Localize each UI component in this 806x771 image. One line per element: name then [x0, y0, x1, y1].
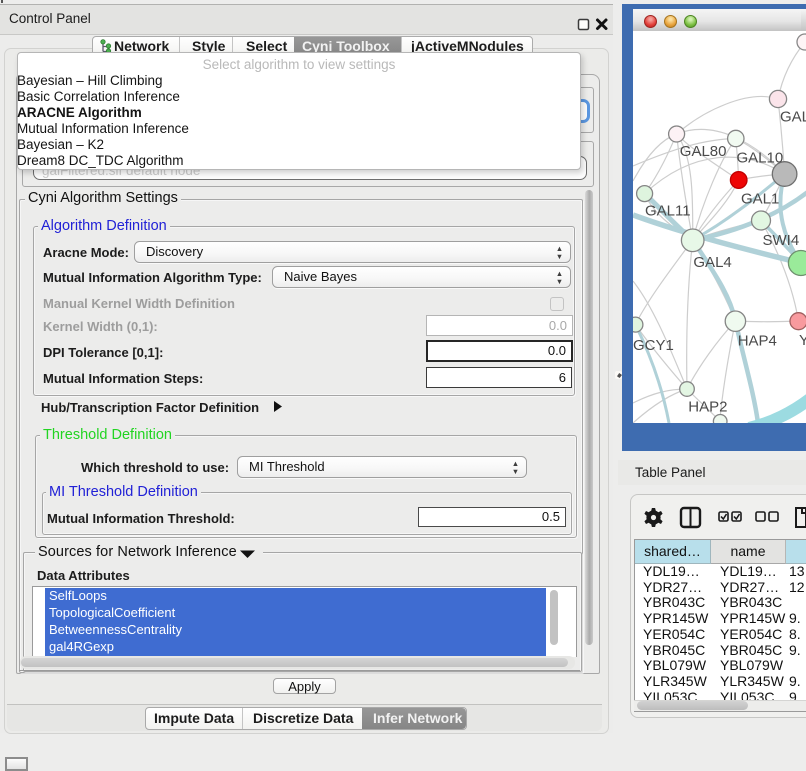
svg-text:GAL80: GAL80 — [680, 143, 727, 160]
svg-text:GAL4: GAL4 — [693, 254, 731, 271]
svg-text:Y: Y — [799, 332, 806, 349]
svg-text:HAP2: HAP2 — [688, 399, 727, 416]
svg-text:GCY1: GCY1 — [633, 337, 674, 354]
svg-text:SWI4: SWI4 — [763, 232, 800, 249]
svg-text:GAL11: GAL11 — [645, 203, 691, 220]
svg-text:GAL1: GAL1 — [741, 191, 779, 208]
svg-text:GAL7: GAL7 — [780, 109, 806, 126]
svg-text:HAP4: HAP4 — [738, 333, 777, 350]
svg-text:GAL10: GAL10 — [737, 150, 784, 167]
